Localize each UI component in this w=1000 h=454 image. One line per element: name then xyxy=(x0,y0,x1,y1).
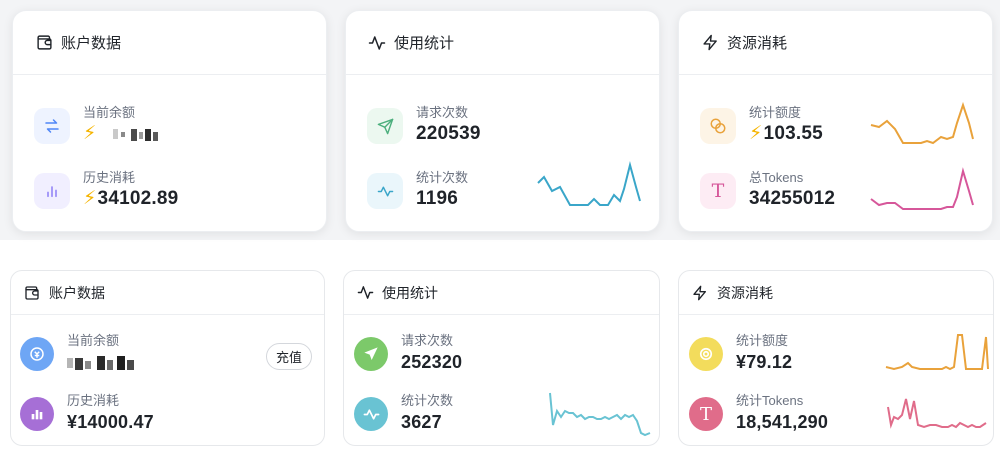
card-title: 账户数据 xyxy=(61,35,122,52)
text-t-icon: T xyxy=(689,397,723,431)
quota-value: ¥79.12 xyxy=(736,352,793,372)
history-value: ¥14000.47 xyxy=(67,412,154,432)
recharge-button[interactable]: 充值 xyxy=(265,343,312,370)
card-title: 资源消耗 xyxy=(717,284,773,301)
balance-value-masked: ⚡ xyxy=(83,121,161,147)
balance-stat: 当前余额 ⚡ xyxy=(34,105,161,147)
masked-balance xyxy=(67,356,134,371)
balance-value-masked xyxy=(67,349,141,375)
account-data-card: 账户数据 当前余额 充值 历史消耗 ¥14000.47 xyxy=(10,270,325,446)
requests-value: 220539 xyxy=(416,123,481,144)
balance-label: 当前余额 xyxy=(83,105,136,120)
stat-count-label: 统计次数 xyxy=(416,170,469,185)
dashboard-variant-a: 账户数据 当前余额 ⚡ 历史消耗 ⚡34102.89 使用统计 请求次数 220… xyxy=(0,0,1000,240)
quota-label: 统计额度 xyxy=(736,333,789,348)
card-header: 资源消耗 xyxy=(679,11,992,75)
requests-label: 请求次数 xyxy=(416,105,469,120)
card-header: 账户数据 xyxy=(11,271,324,315)
coin-icon xyxy=(689,337,723,371)
history-stat: 历史消耗 ¥14000.47 xyxy=(20,393,154,435)
history-stat: 历史消耗 ⚡34102.89 xyxy=(34,170,178,212)
bolt-icon: ⚡ xyxy=(83,123,97,144)
coins-icon xyxy=(700,108,736,144)
card-header: 使用统计 xyxy=(344,271,659,315)
history-value: ⚡34102.89 xyxy=(83,186,178,212)
quota-stat: 统计额度 ¥79.12 xyxy=(689,333,792,375)
activity-icon xyxy=(356,284,374,302)
stat-count-value: 1196 xyxy=(416,188,459,209)
zap-icon xyxy=(691,284,709,302)
card-header: 使用统计 xyxy=(346,11,659,75)
stat-count-stat: 统计次数 1196 xyxy=(367,170,468,212)
history-label: 历史消耗 xyxy=(67,393,120,408)
wallet-icon xyxy=(35,34,53,52)
bar-chart-icon xyxy=(20,397,54,431)
requests-stat: 请求次数 252320 xyxy=(354,333,462,375)
resource-usage-card: 资源消耗 统计额度 ⚡103.55 T 总Tokens 34255012 xyxy=(678,10,993,232)
tokens-sparkline xyxy=(887,398,987,429)
activity-icon xyxy=(368,34,386,52)
dashboard-variant-b: 账户数据 当前余额 充值 历史消耗 ¥14000.47 使用统计 请求次数 25… xyxy=(0,262,1000,454)
requests-value: 252320 xyxy=(401,352,463,372)
resource-usage-card: 资源消耗 统计额度 ¥79.12 T 统计Tokens 18,541,290 xyxy=(678,270,994,446)
exchange-icon xyxy=(34,108,70,144)
tokens-label: 统计Tokens xyxy=(736,393,804,408)
quota-label: 统计额度 xyxy=(749,105,802,120)
send-icon xyxy=(354,337,388,371)
stat-count-stat: 统计次数 3627 xyxy=(354,393,453,435)
stat-count-sparkline xyxy=(537,161,641,206)
zap-icon xyxy=(701,34,719,52)
requests-label: 请求次数 xyxy=(401,333,454,348)
bolt-icon: ⚡ xyxy=(749,123,763,144)
balance-label: 当前余额 xyxy=(67,333,120,348)
tokens-stat: T 总Tokens 34255012 xyxy=(700,170,835,212)
tokens-value: 18,541,290 xyxy=(736,412,829,432)
pulse-icon xyxy=(354,397,388,431)
bar-chart-icon xyxy=(34,173,70,209)
stat-count-sparkline xyxy=(549,392,651,437)
card-title: 使用统计 xyxy=(382,284,438,301)
usage-stats-card: 使用统计 请求次数 252320 统计次数 3627 xyxy=(343,270,660,446)
masked-balance xyxy=(113,128,159,141)
card-header: 账户数据 xyxy=(13,11,326,75)
card-title: 资源消耗 xyxy=(727,35,788,52)
pulse-icon xyxy=(367,173,403,209)
account-data-card: 账户数据 当前余额 ⚡ 历史消耗 ⚡34102.89 xyxy=(12,10,327,232)
tokens-label: 总Tokens xyxy=(749,170,804,185)
history-amount: 34102.89 xyxy=(97,188,179,209)
quota-value: ⚡103.55 xyxy=(749,121,823,147)
quota-sparkline xyxy=(885,334,989,371)
card-title: 使用统计 xyxy=(394,35,455,52)
usage-stats-card: 使用统计 请求次数 220539 统计次数 1196 xyxy=(345,10,660,232)
stat-count-label: 统计次数 xyxy=(401,393,454,408)
card-title: 账户数据 xyxy=(49,284,105,301)
tokens-sparkline xyxy=(870,167,974,210)
send-icon xyxy=(367,108,403,144)
stat-count-value: 3627 xyxy=(401,412,442,432)
quota-amount: 103.55 xyxy=(763,123,823,144)
bolt-icon: ⚡ xyxy=(83,188,97,209)
history-label: 历史消耗 xyxy=(83,170,136,185)
currency-icon xyxy=(20,337,54,371)
balance-stat: 当前余额 xyxy=(20,333,141,375)
quota-stat: 统计额度 ⚡103.55 xyxy=(700,105,823,147)
wallet-icon xyxy=(23,284,41,302)
tokens-value: 34255012 xyxy=(749,188,836,209)
tokens-stat: T 统计Tokens 18,541,290 xyxy=(689,393,828,435)
card-header: 资源消耗 xyxy=(679,271,993,315)
requests-stat: 请求次数 220539 xyxy=(367,105,481,147)
quota-sparkline xyxy=(870,101,974,145)
text-t-icon: T xyxy=(700,173,736,209)
